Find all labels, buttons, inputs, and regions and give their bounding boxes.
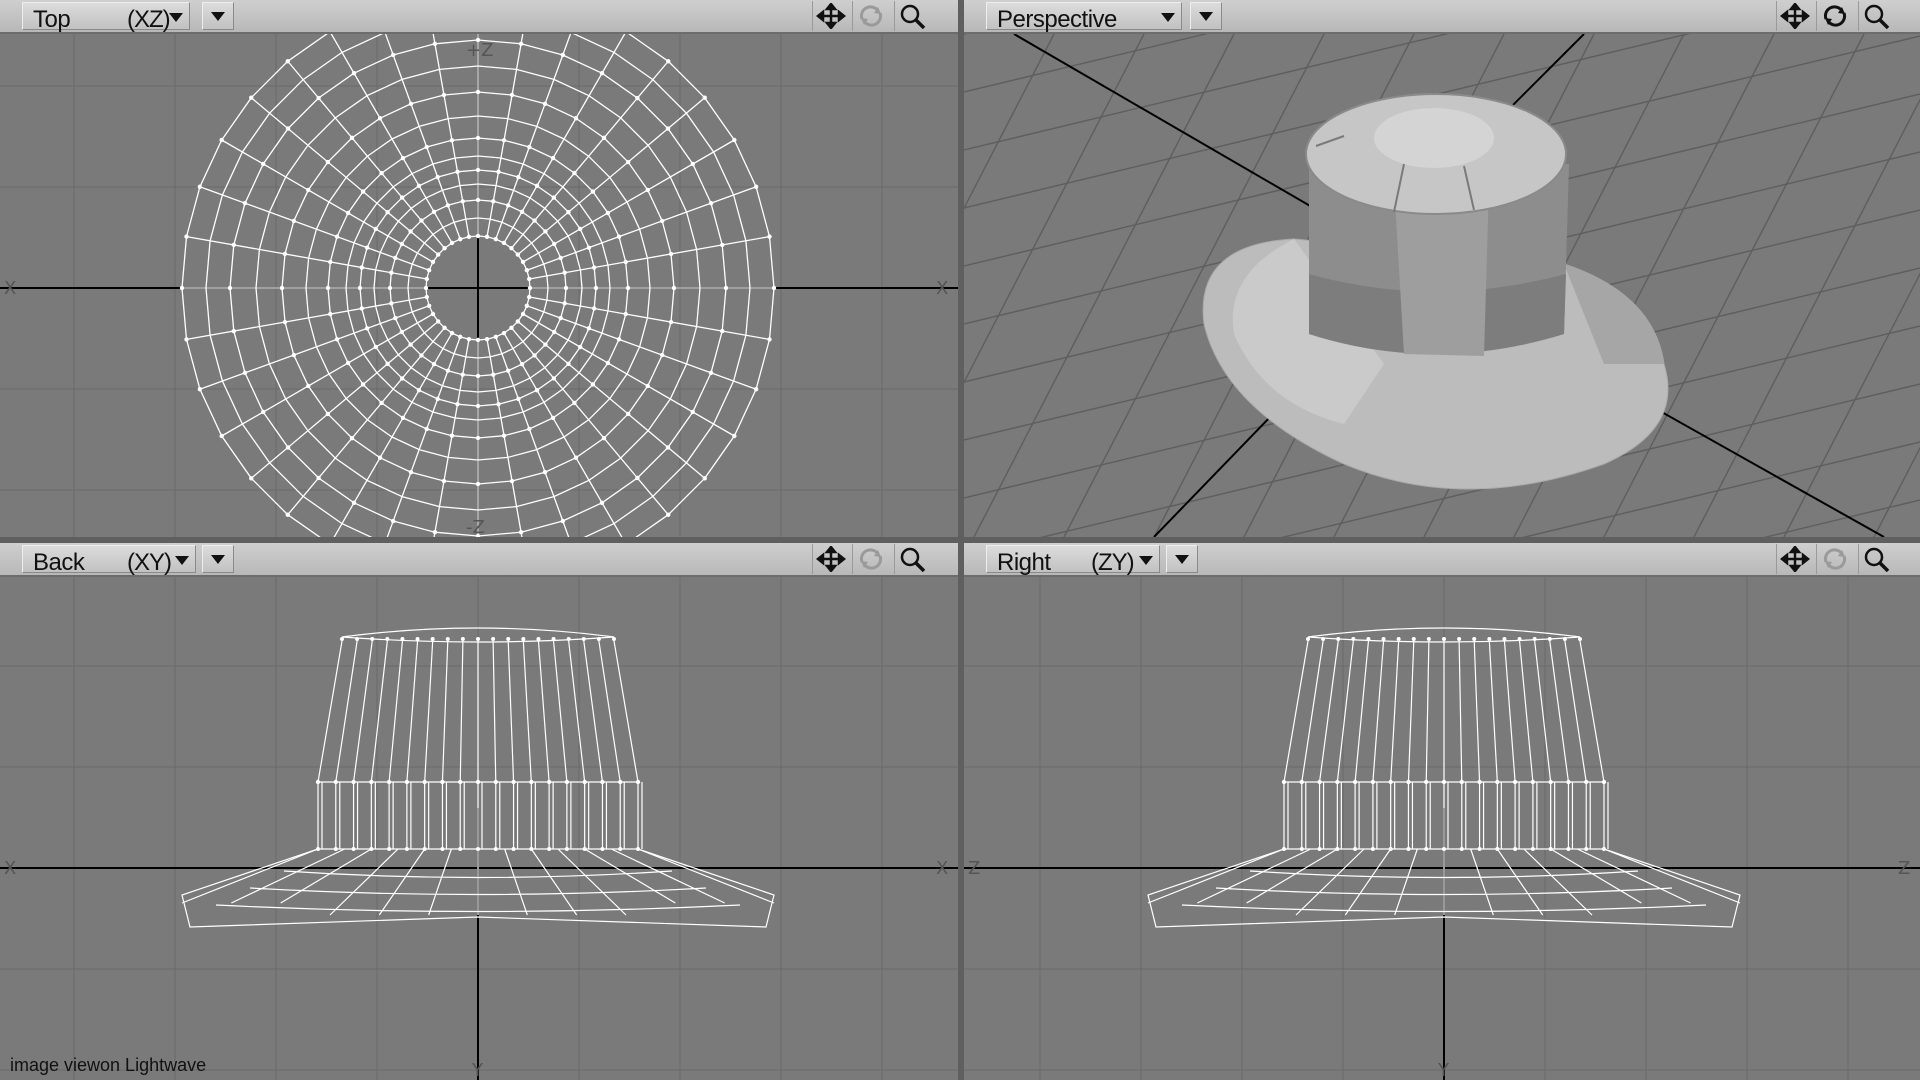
dropdown-arrow-icon [1175,555,1189,564]
magnifier-icon [1864,4,1890,29]
wireframe-top-view: X X +Z -Z [0,34,958,537]
rotate-view-button[interactable] [1816,544,1852,574]
move-view-button[interactable] [1776,1,1812,31]
view-axes-label: (XY) [127,549,172,576]
wireframe-right-view: Z Z Y [964,577,1920,1080]
zoom-view-button[interactable] [1858,544,1894,574]
wireframe-back-view: X X Y [0,577,958,1080]
axis-label: X [4,858,16,879]
move-view-button[interactable] [1776,544,1812,574]
move-arrows-icon [1780,546,1810,572]
image-caption: image viewon Lightwave [10,1055,207,1075]
zoom-view-button[interactable] [1858,1,1894,31]
view-type-select[interactable]: Perspective [986,2,1182,33]
rotate-icon [859,5,883,27]
viewport-back[interactable]: Back (XY) X X Y image viewon Lightwave [0,543,958,1080]
dropdown-arrow-icon [211,12,225,21]
axis-label: Y [471,1060,484,1080]
view-axes-label: (XZ) [127,6,171,33]
dropdown-arrow-icon [1161,13,1175,22]
viewport-menu-button[interactable] [202,545,234,573]
grid-lines [964,577,1920,1080]
dropdown-arrow-icon [1199,12,1213,21]
dropdown-arrow-icon [169,13,183,22]
viewport-menu-button[interactable] [202,2,234,30]
view-axes-label: (ZY) [1091,549,1135,576]
view-name-label: Top [33,6,71,33]
magnifier-icon [900,547,926,572]
viewport-canvas[interactable]: Z Z Y [964,577,1920,1080]
rotate-icon [1823,548,1847,570]
axis-label: Y [1437,1060,1450,1080]
axis-label: +Z [466,40,493,61]
magnifier-icon [1864,547,1890,572]
wireframe-mesh [1147,627,1741,928]
rotate-icon [1823,5,1847,27]
axis-lines [0,34,958,537]
axis-label: X [936,858,948,879]
wireframe-mesh [181,627,775,928]
move-arrows-icon [816,546,846,572]
axis-label: -Z [466,517,485,537]
view-type-select[interactable]: Right (ZY) [986,545,1160,576]
viewport-menu-button[interactable] [1190,2,1222,30]
view-name-label: Perspective [997,6,1117,33]
rotate-view-button[interactable] [852,1,888,31]
viewport-right-toolbar: Right (ZY) [964,543,1920,577]
view-type-select[interactable]: Back (XY) [22,545,196,576]
axis-label: Z [968,858,980,879]
magnifier-icon [900,4,926,29]
view-name-label: Back [33,549,85,576]
zoom-view-button[interactable] [894,1,930,31]
axis-label: Z [1898,858,1910,879]
move-arrows-icon [1780,3,1810,29]
move-view-button[interactable] [812,544,848,574]
viewport-menu-button[interactable] [1166,545,1198,573]
viewport-perspective-toolbar: Perspective [964,0,1920,34]
viewport-top-toolbar: Top (XZ) [0,0,958,34]
move-view-button[interactable] [812,1,848,31]
shaded-perspective-view [964,34,1920,537]
axis-label: X [4,278,16,299]
zoom-view-button[interactable] [894,544,930,574]
rotate-view-button[interactable] [1816,1,1852,31]
viewport-perspective[interactable]: Perspective [964,0,1920,537]
rotate-icon [859,548,883,570]
axis-label: X [936,278,948,299]
view-type-select[interactable]: Top (XZ) [22,2,190,33]
view-name-label: Right [997,549,1051,576]
viewport-canvas[interactable]: X X Y [0,577,958,1080]
dropdown-arrow-icon [211,555,225,564]
move-arrows-icon [816,3,846,29]
viewport-canvas[interactable] [964,34,1920,537]
dropdown-arrow-icon [175,556,189,565]
viewport-back-toolbar: Back (XY) [0,543,958,577]
rotate-view-button[interactable] [852,544,888,574]
dropdown-arrow-icon [1139,556,1153,565]
hat-top-center [1374,108,1494,168]
viewport-top[interactable]: Top (XZ) X X +Z -Z [0,0,958,537]
viewport-canvas[interactable]: X X +Z -Z [0,34,958,537]
viewport-right[interactable]: Right (ZY) Z Z Y [964,543,1920,1080]
